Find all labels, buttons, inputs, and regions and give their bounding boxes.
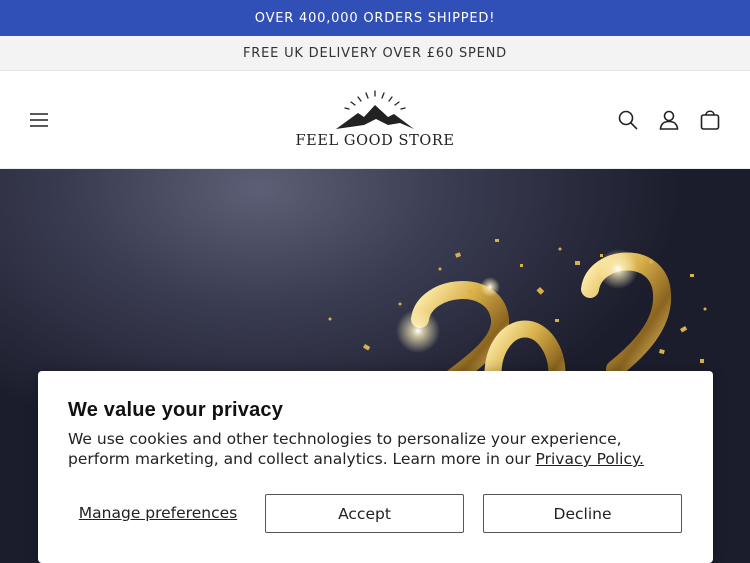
announcement-text-secondary: FREE UK DELIVERY OVER £60 SPEND [243, 45, 507, 61]
menu-icon[interactable] [27, 108, 51, 132]
logo-text: FEEL GOOD STORE [295, 133, 455, 149]
cookie-description: We use cookies and other technologies to… [68, 429, 688, 469]
announcement-bar-secondary: FREE UK DELIVERY OVER £60 SPEND [0, 36, 750, 71]
decline-button[interactable]: Decline [483, 494, 682, 533]
announcement-bar-primary: OVER 400,000 ORDERS SHIPPED! [0, 0, 750, 36]
announcement-text-primary: OVER 400,000 ORDERS SHIPPED! [254, 10, 496, 26]
store-logo[interactable]: FEEL GOOD STORE [295, 87, 455, 157]
cart-icon[interactable] [698, 108, 722, 132]
site-header: FEEL GOOD STORE [0, 71, 750, 169]
mountain-logo-icon [336, 90, 414, 129]
account-icon[interactable] [657, 108, 681, 132]
cookie-consent-dialog: We value your privacy We use cookies and… [38, 371, 713, 563]
manage-preferences-button[interactable]: Manage preferences [68, 493, 248, 533]
accept-button[interactable]: Accept [265, 494, 464, 533]
search-icon[interactable] [616, 108, 640, 132]
cookie-title: We value your privacy [68, 399, 284, 421]
privacy-policy-link[interactable]: Privacy Policy. [536, 450, 644, 468]
